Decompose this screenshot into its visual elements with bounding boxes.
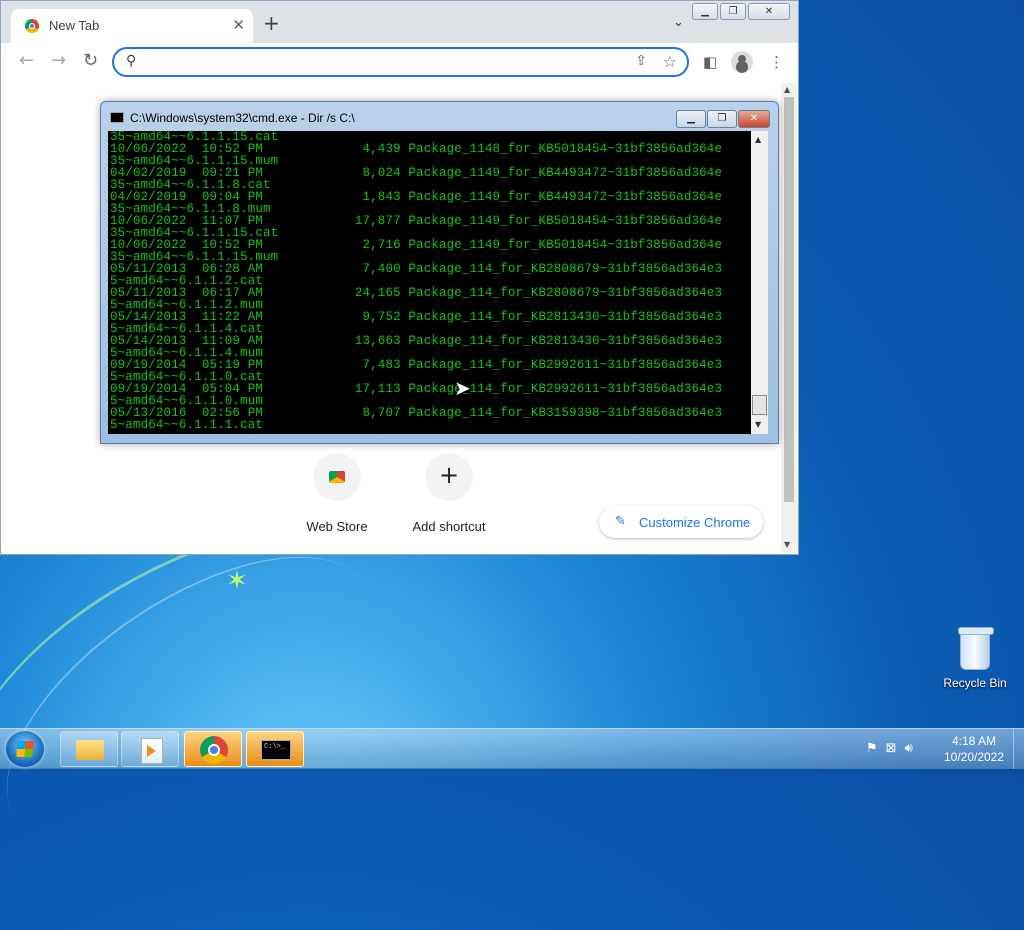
add-shortcut-tile: + bbox=[425, 453, 473, 501]
cmd-window: C:\Windows\system32\cmd.exe - Dir /s C:\… bbox=[100, 101, 779, 444]
show-desktop-button[interactable] bbox=[1013, 729, 1024, 769]
taskbar-chrome[interactable] bbox=[184, 731, 242, 767]
page-scrollbar[interactable]: ▲ ▼ bbox=[781, 83, 797, 553]
shortcut-web-store[interactable]: Web Store bbox=[287, 453, 387, 534]
mouse-pointer-icon: ➤ bbox=[454, 376, 471, 400]
scroll-up-arrow-icon[interactable]: ▲ bbox=[755, 135, 761, 144]
shortcut-label: Add shortcut bbox=[412, 519, 486, 534]
new-tab-button[interactable]: + bbox=[263, 13, 280, 33]
share-icon[interactable]: ⇪ bbox=[635, 53, 647, 69]
profile-avatar-icon[interactable] bbox=[731, 51, 753, 73]
side-panel-icon[interactable]: ◧ bbox=[703, 53, 717, 71]
browser-toolbar: ← → ↻ ⚲ ⇪ ☆ ◧ ⋮ bbox=[1, 43, 798, 81]
web-store-icon bbox=[329, 471, 345, 483]
scroll-down-arrow-icon[interactable]: ▼ bbox=[784, 540, 790, 549]
window-controls: ▁ ❐ ✕ bbox=[692, 3, 790, 20]
tab-title: New Tab bbox=[49, 18, 100, 33]
forward-arrow-icon[interactable]: → bbox=[51, 52, 66, 70]
pencil-icon: ✎ bbox=[615, 514, 626, 529]
system-tray: ⚑ ⊠ 🔊︎ bbox=[866, 741, 913, 756]
console-output[interactable]: 35~amd64~~6.1.1.15.cat 10/06/2022 10:52 P… bbox=[108, 131, 751, 434]
address-bar[interactable]: ⚲ ⇪ ☆ bbox=[112, 47, 689, 77]
cmd-window-icon bbox=[110, 112, 124, 123]
tab-strip: New Tab ✕ + ⌄ ▁ ❐ ✕ bbox=[1, 1, 798, 43]
taskbar-clock[interactable]: 4:18 AM 10/20/2022 bbox=[936, 733, 1012, 765]
customize-chrome-button[interactable]: ✎ Customize Chrome bbox=[599, 506, 763, 538]
close-icon[interactable]: ✕ bbox=[232, 16, 245, 34]
cmd-close-button[interactable]: ✕ bbox=[738, 110, 770, 128]
scroll-down-arrow-icon[interactable]: ▼ bbox=[755, 420, 761, 429]
wallpaper-sparkle: ✶ bbox=[226, 566, 248, 596]
network-icon[interactable]: ⊠ bbox=[886, 741, 897, 756]
action-center-flag-icon[interactable]: ⚑ bbox=[866, 741, 878, 756]
chrome-favicon-icon bbox=[25, 19, 39, 33]
reload-icon[interactable]: ↻ bbox=[83, 52, 98, 70]
cmd-window-title: C:\Windows\system32\cmd.exe - Dir /s C:\ bbox=[130, 111, 355, 125]
menu-kebab-icon[interactable]: ⋮ bbox=[769, 53, 784, 71]
clock-date: 10/20/2022 bbox=[943, 750, 1005, 764]
bookmark-star-icon[interactable]: ☆ bbox=[663, 52, 677, 71]
recycle-bin[interactable]: Recycle Bin bbox=[940, 627, 1010, 690]
web-store-tile bbox=[313, 453, 361, 501]
cmd-scrollbar-thumb[interactable] bbox=[752, 395, 767, 415]
close-window-button[interactable]: ✕ bbox=[748, 3, 790, 20]
minimize-button[interactable]: ▁ bbox=[692, 3, 718, 20]
recycle-bin-label: Recycle Bin bbox=[943, 676, 1007, 690]
folder-icon bbox=[76, 740, 104, 760]
taskbar: C:\>_ ⚑ ⊠ 🔊︎ 4:18 AM 10/20/2022 bbox=[0, 728, 1024, 769]
customize-label: Customize Chrome bbox=[639, 515, 751, 530]
clock-time: 4:18 AM bbox=[951, 734, 997, 748]
chrome-icon bbox=[200, 736, 228, 764]
back-arrow-icon[interactable]: ← bbox=[19, 52, 34, 70]
taskbar-media-player[interactable] bbox=[121, 731, 179, 767]
console-line: 5~amd64~~6.1.1.1.cat bbox=[110, 418, 264, 432]
shortcut-label: Web Store bbox=[306, 519, 368, 534]
plus-icon: + bbox=[438, 461, 460, 489]
cmd-maximize-button[interactable]: ❐ bbox=[707, 110, 737, 128]
start-button[interactable] bbox=[6, 731, 44, 767]
cmd-window-controls: ▁ ❐ ✕ bbox=[676, 110, 770, 128]
search-icon: ⚲ bbox=[126, 53, 137, 69]
wallpaper-streak bbox=[0, 499, 421, 903]
cmd-minimize-button[interactable]: ▁ bbox=[676, 110, 706, 128]
tab-new-tab[interactable]: New Tab ✕ bbox=[11, 9, 253, 43]
cmd-scrollbar[interactable]: ▲ ▼ bbox=[751, 131, 768, 434]
taskbar-explorer[interactable] bbox=[60, 731, 118, 767]
windows-logo-icon bbox=[16, 741, 34, 757]
scroll-up-arrow-icon[interactable]: ▲ bbox=[784, 85, 790, 94]
address-input[interactable] bbox=[146, 52, 620, 74]
scrollbar-thumb[interactable] bbox=[784, 97, 794, 502]
volume-icon[interactable]: 🔊︎ bbox=[905, 741, 913, 756]
shortcut-add[interactable]: + Add shortcut bbox=[399, 453, 499, 534]
media-player-icon bbox=[141, 738, 163, 764]
recycle-bin-icon bbox=[958, 627, 994, 670]
cmd-icon: C:\>_ bbox=[261, 740, 291, 760]
restore-button[interactable]: ❐ bbox=[720, 3, 746, 20]
tab-search-icon[interactable]: ⌄ bbox=[673, 15, 684, 30]
taskbar-cmd[interactable]: C:\>_ bbox=[246, 731, 304, 767]
